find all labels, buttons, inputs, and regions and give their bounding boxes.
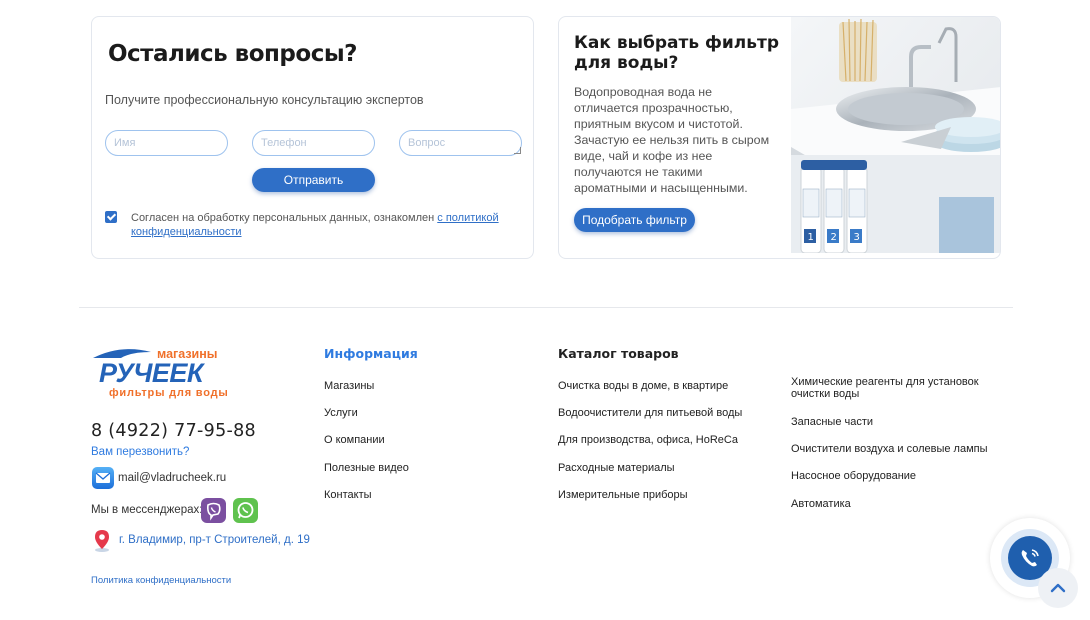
filter-promo-card: Как выбрать фильтр для воды? Водопроводн…	[558, 16, 1001, 259]
phone-number[interactable]: 8 (4922) 77-95-88	[91, 421, 256, 441]
consent-checkbox[interactable]	[105, 211, 117, 223]
cartridge-number-1: 1	[808, 232, 814, 243]
logo-main-text: РУЧЕЕК	[99, 358, 206, 388]
address-link[interactable]: г. Владимир, пр-т Строителей, д. 19	[119, 534, 310, 546]
catalog-link-reagents[interactable]: Химические реагенты для установок очистк…	[791, 376, 991, 400]
catalog-link-pumps[interactable]: Насосное оборудование	[791, 470, 991, 482]
info-column-title: Информация	[324, 346, 418, 361]
info-link-services[interactable]: Услуги	[324, 407, 358, 419]
catalog-link-air-purifiers[interactable]: Очистители воздуха и солевые лампы	[791, 443, 991, 455]
filter-promo-title: Как выбрать фильтр для воды?	[574, 33, 779, 73]
filter-promo-text: Водопроводная вода не отличается прозрач…	[574, 85, 770, 195]
viber-icon[interactable]	[201, 498, 226, 523]
catalog-link-automation[interactable]: Автоматика	[791, 498, 991, 510]
consent-label: Согласен на обработку персональных данны…	[131, 212, 438, 224]
catalog-link-measuring[interactable]: Измерительные приборы	[558, 489, 688, 501]
privacy-policy-footer-link[interactable]: Политика конфиденциальности	[91, 575, 231, 586]
chevron-up-icon	[1050, 583, 1066, 593]
catalog-link-spare-parts[interactable]: Запасные части	[791, 416, 991, 428]
catalog-link-consumables[interactable]: Расходные материалы	[558, 462, 675, 474]
phone-input[interactable]	[252, 130, 375, 156]
pick-filter-button[interactable]: Подобрать фильтр	[574, 208, 695, 232]
email-link[interactable]: mail@vladrucheek.ru	[118, 472, 226, 484]
logo-bottom-text: фильтры для воды	[109, 387, 229, 399]
catalog-link-drinking-purifiers[interactable]: Водоочистители для питьевой воды	[558, 407, 742, 419]
info-link-stores[interactable]: Магазины	[324, 380, 374, 392]
cartridge-number-2: 2	[831, 232, 837, 243]
kitchen-sink-photo: 1 2 3	[791, 17, 1000, 253]
scroll-up-button[interactable]	[1038, 568, 1078, 608]
callback-link[interactable]: Вам перезвонить?	[91, 446, 189, 458]
section-divider	[79, 307, 1013, 308]
rucheek-logo: магазины РУЧЕЕК фильтры для воды	[93, 347, 229, 399]
messengers-label: Мы в мессенджерах:	[91, 504, 203, 516]
catalog-column-title: Каталог товаров	[558, 346, 679, 361]
cartridge-number-3: 3	[854, 232, 860, 243]
questions-subtitle: Получите профессиональную консультацию э…	[105, 93, 424, 107]
location-pin-icon	[95, 530, 109, 552]
questions-title: Остались вопросы?	[108, 41, 357, 67]
catalog-link-home-water[interactable]: Очистка воды в доме, в квартире	[558, 380, 728, 392]
catalog-link-production-office[interactable]: Для производства, офиса, HoReCa	[558, 434, 738, 446]
filter-cartridges: 1 2 3	[800, 160, 868, 253]
questions-form-card: Остались вопросы? Получите профессиональ…	[91, 16, 534, 259]
info-link-videos[interactable]: Полезные видео	[324, 462, 409, 474]
mail-icon	[92, 467, 114, 489]
info-link-about[interactable]: О компании	[324, 434, 385, 446]
name-input[interactable]	[105, 130, 228, 156]
send-button[interactable]: Отправить	[252, 168, 375, 192]
whatsapp-icon[interactable]	[233, 498, 258, 523]
consent-text: Согласен на обработку персональных данны…	[131, 211, 511, 239]
question-textarea[interactable]	[399, 130, 522, 156]
info-link-contacts[interactable]: Контакты	[324, 489, 372, 501]
